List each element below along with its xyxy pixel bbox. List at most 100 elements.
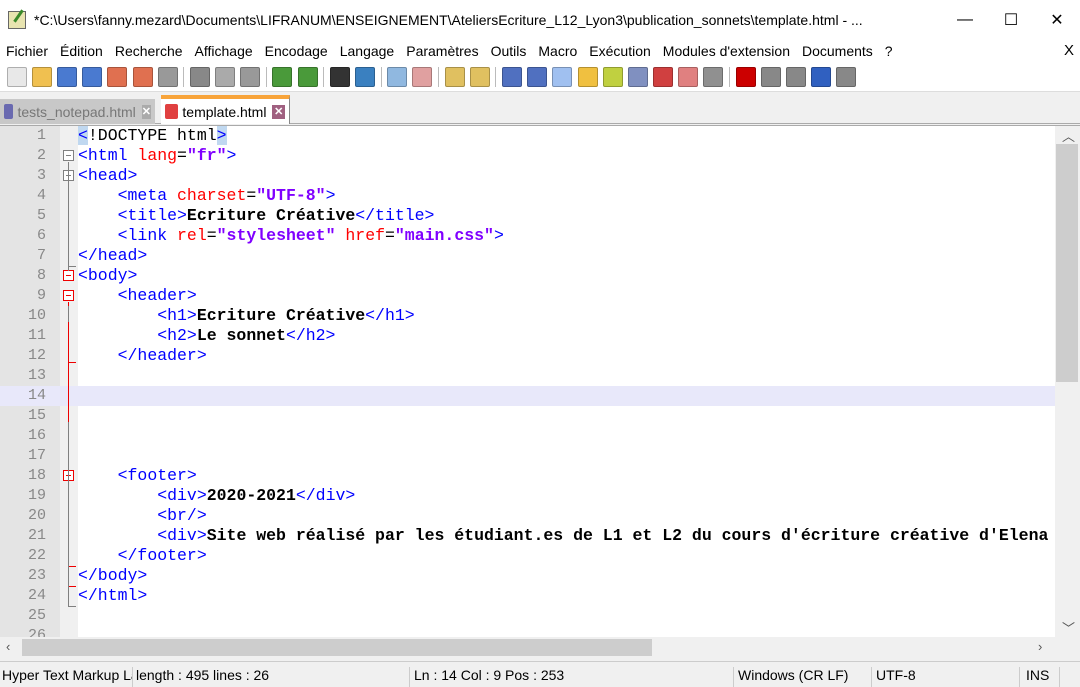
zoom-in-icon[interactable] (387, 66, 408, 87)
code-line[interactable]: 22 </footer> (0, 546, 1055, 566)
close-tab-icon[interactable]: ✕ (272, 104, 285, 119)
menu-5[interactable]: Langage (334, 43, 401, 59)
horizontal-scroll-thumb[interactable] (22, 639, 652, 656)
close-document-button[interactable]: X (1064, 42, 1074, 59)
code-line[interactable]: 9 <header> (0, 286, 1055, 306)
vertical-scroll-thumb[interactable] (1056, 144, 1078, 382)
function-list-icon[interactable] (627, 66, 648, 87)
menu-7[interactable]: Outils (485, 43, 533, 59)
code-line[interactable]: 26 (0, 626, 1055, 637)
doc-map-icon[interactable] (602, 66, 623, 87)
code-line[interactable]: 11 <h2>Le sonnet</h2> (0, 326, 1055, 346)
folder-workspace-icon[interactable] (653, 66, 674, 87)
close-button[interactable]: ✕ (1034, 0, 1080, 40)
code-line[interactable]: 7 </head> (0, 246, 1055, 266)
token-tag: <h1> (157, 306, 197, 325)
code-line[interactable]: 16 (0, 426, 1055, 446)
code-line[interactable]: 19 <div>2020-2021</div> (0, 486, 1055, 506)
folder-icon[interactable] (678, 66, 699, 87)
show-all-chars-icon[interactable] (527, 66, 548, 87)
code-line[interactable]: 23 </body> (0, 566, 1055, 586)
code-line[interactable]: 13 (0, 366, 1055, 386)
code-line[interactable]: 1 <!DOCTYPE html> (0, 126, 1055, 146)
scroll-down-icon[interactable]: ﹀ (1062, 618, 1075, 637)
vertical-scrollbar[interactable]: ︿ ﹀ (1055, 126, 1080, 637)
open-file-icon[interactable] (31, 66, 52, 87)
record-macro-icon[interactable] (735, 66, 756, 87)
code-line[interactable]: 3 <head> (0, 166, 1055, 186)
code-line[interactable]: 20 <br/> (0, 506, 1055, 526)
menu-2[interactable]: Recherche (109, 43, 189, 59)
code-line[interactable]: 14 (0, 386, 1055, 406)
tab-tests-notepad[interactable]: tests_notepad.html ✕ (0, 99, 155, 124)
token-tag: <meta (117, 186, 178, 205)
scroll-up-icon[interactable]: ︿ (1062, 126, 1075, 145)
menu-6[interactable]: Paramètres (400, 43, 484, 59)
monitor-icon[interactable] (703, 66, 724, 87)
menu-0[interactable]: Fichier (0, 43, 54, 59)
line-number: 13 (27, 367, 46, 384)
code-line[interactable]: 17 (0, 446, 1055, 466)
code-line[interactable]: 21 <div>Site web réalisé par les étudian… (0, 526, 1055, 546)
sync-vertical-icon[interactable] (444, 66, 465, 87)
fold-toggle-icon[interactable] (63, 150, 74, 161)
new-file-icon[interactable] (6, 66, 27, 87)
token-attr: lang (137, 146, 178, 165)
redo-icon[interactable] (297, 66, 318, 87)
menu-9[interactable]: Exécution (583, 43, 656, 59)
code-line[interactable]: 18 <footer> (0, 466, 1055, 486)
menu-4[interactable]: Encodage (259, 43, 334, 59)
token-hl: < (78, 126, 88, 145)
code-line[interactable]: 12 </header> (0, 346, 1055, 366)
maximize-button[interactable]: ☐ (988, 0, 1034, 40)
code-text: <h2>Le sonnet</h2> (78, 326, 335, 346)
tab-bar: tests_notepad.html ✕ template.html ✕ (0, 94, 1080, 124)
save-icon[interactable] (56, 66, 77, 87)
code-line[interactable]: 6 <link rel="stylesheet" href="main.css"… (0, 226, 1055, 246)
print-icon[interactable] (157, 66, 178, 87)
scroll-left-icon[interactable]: ‹ (6, 639, 10, 654)
zoom-out-icon[interactable] (412, 66, 433, 87)
udl-icon[interactable] (577, 66, 598, 87)
copy-icon[interactable] (215, 66, 236, 87)
stop-record-icon[interactable] (760, 66, 781, 87)
code-line[interactable]: 4 <meta charset="UTF-8"> (0, 186, 1055, 206)
tab-template[interactable]: template.html ✕ (161, 95, 290, 124)
menu-12[interactable]: ? (879, 43, 899, 59)
run-macro-multiple-icon[interactable] (811, 66, 832, 87)
paste-icon[interactable] (240, 66, 261, 87)
fold-toggle-icon[interactable] (63, 290, 74, 301)
sync-horizontal-icon[interactable] (469, 66, 490, 87)
close-icon[interactable] (107, 66, 128, 87)
scroll-right-icon[interactable]: › (1038, 639, 1042, 654)
status-eol: Windows (CR LF) (736, 667, 872, 687)
play-macro-icon[interactable] (786, 66, 807, 87)
replace-icon[interactable] (355, 66, 376, 87)
minimize-button[interactable]: — (942, 0, 988, 40)
find-icon[interactable] (329, 66, 350, 87)
close-tab-icon[interactable]: ✕ (141, 104, 151, 119)
code-line[interactable]: 5 <title>Ecriture Créative</title> (0, 206, 1055, 226)
menu-11[interactable]: Documents (796, 43, 879, 59)
code-editor[interactable]: 1 <!DOCTYPE html> 2 <html lang="fr"> 3 <head>… (0, 125, 1080, 637)
fold-toggle-icon[interactable] (63, 270, 74, 281)
save-all-icon[interactable] (82, 66, 103, 87)
menu-1[interactable]: Édition (54, 43, 109, 59)
indent-guide-icon[interactable] (552, 66, 573, 87)
code-line[interactable]: 2 <html lang="fr"> (0, 146, 1055, 166)
word-wrap-icon[interactable] (501, 66, 522, 87)
save-macro-icon[interactable] (836, 66, 857, 87)
code-line[interactable]: 15 (0, 406, 1055, 426)
code-line[interactable]: 25 (0, 606, 1055, 626)
code-line[interactable]: 24 </html> (0, 586, 1055, 606)
code-line[interactable]: 8 <body> (0, 266, 1055, 286)
menu-3[interactable]: Affichage (189, 43, 259, 59)
undo-icon[interactable] (272, 66, 293, 87)
cut-icon[interactable] (189, 66, 210, 87)
close-all-icon[interactable] (132, 66, 153, 87)
code-line[interactable]: 10 <h1>Ecriture Créative</h1> (0, 306, 1055, 326)
menu-8[interactable]: Macro (532, 43, 583, 59)
menu-10[interactable]: Modules d'extension (657, 43, 796, 59)
horizontal-scrollbar[interactable]: ‹ › (0, 637, 1055, 659)
